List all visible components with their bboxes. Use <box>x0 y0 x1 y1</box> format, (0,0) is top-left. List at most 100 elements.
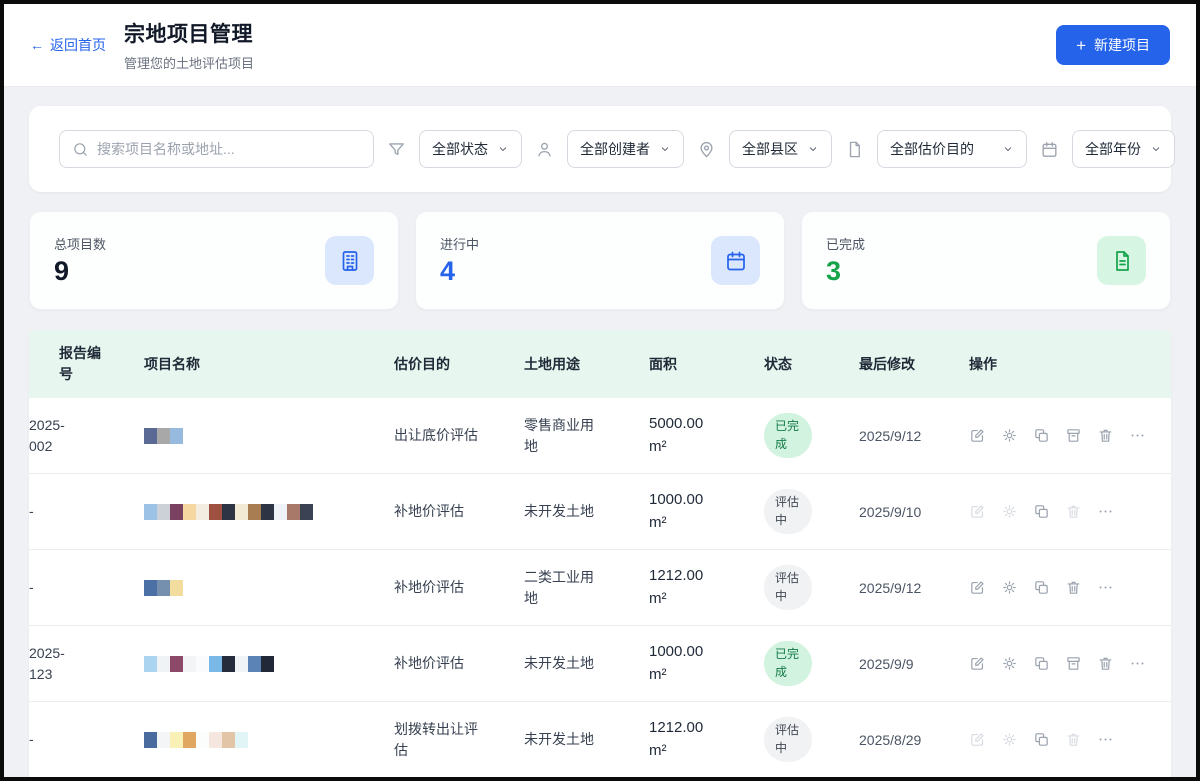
more-icon[interactable] <box>1129 427 1146 444</box>
purpose-filter-select[interactable]: 全部估价目的 <box>877 130 1027 168</box>
search-box <box>59 130 374 168</box>
archive-icon[interactable] <box>1065 655 1082 672</box>
search-icon <box>72 141 89 158</box>
redaction-block <box>170 656 183 672</box>
redaction-block <box>235 732 248 748</box>
valuation-purpose-cell: 出让底价评估 <box>394 398 524 473</box>
actions-cell <box>969 626 1171 701</box>
delete-icon[interactable] <box>1065 579 1082 596</box>
redaction-block <box>196 656 209 672</box>
area-cell: 1000.00m² <box>649 626 764 701</box>
projects-table: 报告编号项目名称估价目的土地用途面积状态最后修改操作 2025-002出让底价评… <box>29 330 1171 777</box>
creator-filter-select[interactable]: 全部创建者 <box>567 130 684 168</box>
stat-card-total: 总项目数9 <box>29 211 399 310</box>
redaction-block <box>183 732 196 748</box>
edit-icon[interactable] <box>969 655 986 672</box>
stat-label: 已完成 <box>826 234 865 253</box>
edit-icon[interactable] <box>969 579 986 596</box>
land-use-cell: 二类工业用地 <box>524 550 649 625</box>
more-icon[interactable] <box>1097 579 1114 596</box>
copy-icon[interactable] <box>1033 655 1050 672</box>
district-filter-select[interactable]: 全部县区 <box>729 130 832 168</box>
district-filter-label: 全部县区 <box>742 139 798 159</box>
report-number-cell: - <box>29 474 144 549</box>
redaction-block <box>235 656 248 672</box>
building-icon <box>325 236 374 285</box>
more-icon[interactable] <box>1097 503 1114 520</box>
area-cell: 1000.00m² <box>649 474 764 549</box>
valuation-purpose-cell: 划拨转出让评估 <box>394 702 524 777</box>
settings-icon[interactable] <box>1001 579 1018 596</box>
settings-icon[interactable] <box>1001 427 1018 444</box>
actions-cell <box>969 398 1171 473</box>
back-link[interactable]: ← 返回首页 <box>30 35 106 55</box>
table-row: 2025-002出让底价评估零售商业用地5000.00m²已完成2025/9/1… <box>29 398 1171 474</box>
table-row: -补地价评估未开发土地1000.00m²评估中2025/9/10 <box>29 474 1171 550</box>
redaction-block <box>248 504 261 520</box>
title-block: 宗地项目管理 管理您的土地评估项目 <box>124 18 254 72</box>
chevron-down-icon <box>1150 143 1162 155</box>
edit-icon[interactable] <box>969 503 986 520</box>
redacted-project-name <box>144 428 183 444</box>
delete-icon[interactable] <box>1097 655 1114 672</box>
last-modified-cell: 2025/9/10 <box>859 474 969 549</box>
stat-value: 3 <box>826 257 865 287</box>
table-header-cell: 土地用途 <box>524 330 649 398</box>
page-subtitle: 管理您的土地评估项目 <box>124 53 254 72</box>
status-cell: 评估中 <box>764 550 859 625</box>
chevron-down-icon <box>1002 143 1014 155</box>
status-badge: 评估中 <box>764 565 812 610</box>
year-filter-select[interactable]: 全部年份 <box>1072 130 1175 168</box>
delete-icon[interactable] <box>1065 503 1082 520</box>
edit-icon[interactable] <box>969 731 986 748</box>
settings-icon[interactable] <box>1001 655 1018 672</box>
back-arrow-icon: ← <box>30 37 44 53</box>
area-cell: 1212.00m² <box>649 702 764 777</box>
last-modified-cell: 2025/9/12 <box>859 398 969 473</box>
filter-icon <box>387 140 406 159</box>
report-number-cell: 2025-123 <box>29 626 144 701</box>
area-cell: 5000.00m² <box>649 398 764 473</box>
delete-icon[interactable] <box>1097 427 1114 444</box>
file-icon <box>845 140 864 159</box>
redaction-block <box>157 428 170 444</box>
redaction-block <box>209 732 222 748</box>
chevron-down-icon <box>659 143 671 155</box>
more-icon[interactable] <box>1129 655 1146 672</box>
status-cell: 已完成 <box>764 398 859 473</box>
edit-icon[interactable] <box>969 427 986 444</box>
settings-icon[interactable] <box>1001 503 1018 520</box>
redacted-project-name <box>144 732 248 748</box>
valuation-purpose-cell: 补地价评估 <box>394 550 524 625</box>
settings-icon[interactable] <box>1001 731 1018 748</box>
copy-icon[interactable] <box>1033 427 1050 444</box>
delete-icon[interactable] <box>1065 731 1082 748</box>
status-cell: 评估中 <box>764 702 859 777</box>
project-name-cell <box>144 398 394 473</box>
last-modified-cell: 2025/9/9 <box>859 626 969 701</box>
redaction-block <box>144 428 157 444</box>
table-header-cell: 报告编号 <box>29 330 144 398</box>
table-row: 2025-123补地价评估未开发土地1000.00m²已完成2025/9/9 <box>29 626 1171 702</box>
copy-icon[interactable] <box>1033 579 1050 596</box>
redaction-block <box>209 656 222 672</box>
archive-icon[interactable] <box>1065 427 1082 444</box>
status-badge: 评估中 <box>764 717 812 762</box>
stat-card-completed: 已完成 3 <box>801 211 1171 310</box>
more-icon[interactable] <box>1097 731 1114 748</box>
redaction-block <box>196 732 209 748</box>
new-project-button[interactable]: + 新建项目 <box>1056 25 1170 65</box>
app-window: ← 返回首页 宗地项目管理 管理您的土地评估项目 + 新建项目 全部状态 全部创建… <box>0 0 1200 781</box>
redaction-block <box>170 504 183 520</box>
copy-icon[interactable] <box>1033 503 1050 520</box>
copy-icon[interactable] <box>1033 731 1050 748</box>
search-input[interactable] <box>97 141 361 157</box>
page-header: ← 返回首页 宗地项目管理 管理您的土地评估项目 + 新建项目 <box>4 4 1196 87</box>
redaction-block <box>144 580 157 596</box>
redaction-block <box>235 504 248 520</box>
chevron-down-icon <box>807 143 819 155</box>
status-cell: 已完成 <box>764 626 859 701</box>
new-project-label: 新建项目 <box>1094 35 1150 55</box>
status-filter-select[interactable]: 全部状态 <box>419 130 522 168</box>
redaction-block <box>157 732 170 748</box>
